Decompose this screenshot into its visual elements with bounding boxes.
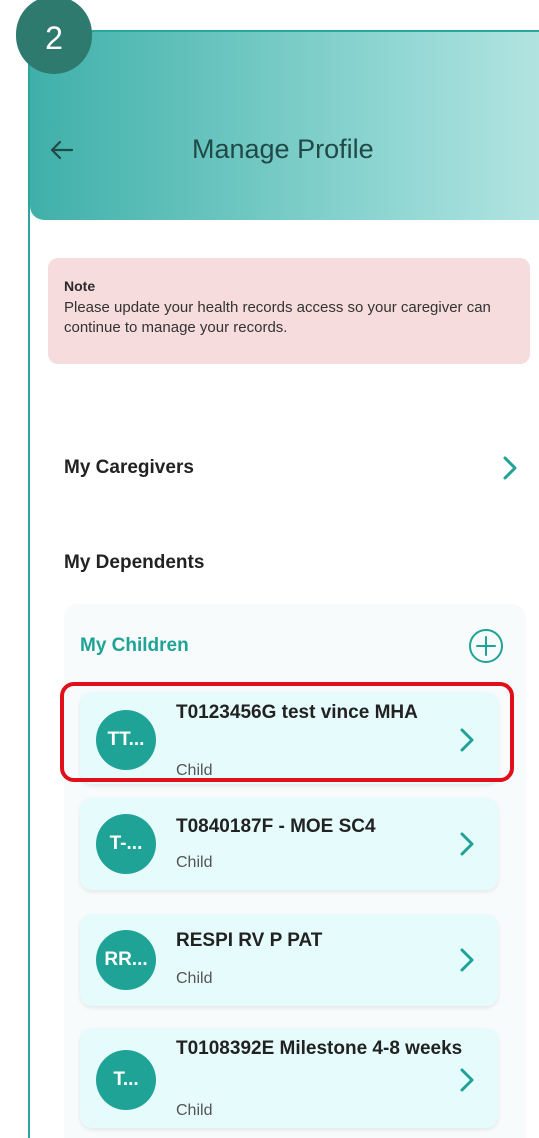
avatar: T-... [96, 814, 156, 874]
chevron-right-icon [503, 456, 517, 480]
my-caregivers-row[interactable]: My Caregivers [64, 455, 518, 481]
chevron-right-icon [460, 948, 474, 972]
my-caregivers-label: My Caregivers [64, 457, 194, 478]
child-role: Child [176, 1102, 213, 1119]
step-number-badge: 2 [16, 0, 92, 74]
child-card[interactable]: RR... RESPI RV P PAT Child [80, 914, 498, 1006]
child-role: Child [176, 762, 213, 779]
chevron-right-icon [460, 728, 474, 752]
note-banner: Note Please update your health records a… [48, 258, 530, 364]
child-role: Child [176, 970, 213, 987]
children-header: My Children [80, 628, 504, 664]
avatar: TT... [96, 710, 156, 770]
page-title: Manage Profile [192, 134, 374, 164]
note-title: Note [64, 278, 96, 294]
phone-screen: Manage Profile Note Please update your h… [28, 30, 539, 1138]
child-card[interactable]: T-... T0840187F - MOE SC4 Child [80, 798, 498, 890]
add-child-button[interactable] [468, 628, 504, 664]
child-card[interactable]: T... T0108392E Milestone 4-8 weeks Child [80, 1028, 498, 1128]
child-name: T0108392E Milestone 4-8 weeks [176, 1038, 463, 1059]
app-header: Manage Profile [30, 32, 539, 220]
avatar: RR... [96, 930, 156, 990]
child-name: RESPI RV P PAT [176, 930, 323, 951]
chevron-right-icon [460, 1068, 474, 1092]
child-name: T0123456G test vince MHA [176, 702, 418, 723]
note-text: Please update your health records access… [64, 299, 491, 336]
child-card[interactable]: TT... T0123456G test vince MHA Child [80, 692, 498, 784]
child-role: Child [176, 854, 213, 871]
my-dependents-heading: My Dependents [64, 552, 205, 573]
chevron-right-icon [460, 832, 474, 856]
my-children-title: My Children [80, 635, 189, 656]
avatar: T... [96, 1050, 156, 1110]
back-arrow-icon[interactable] [48, 136, 76, 164]
child-name: T0840187F - MOE SC4 [176, 816, 376, 837]
